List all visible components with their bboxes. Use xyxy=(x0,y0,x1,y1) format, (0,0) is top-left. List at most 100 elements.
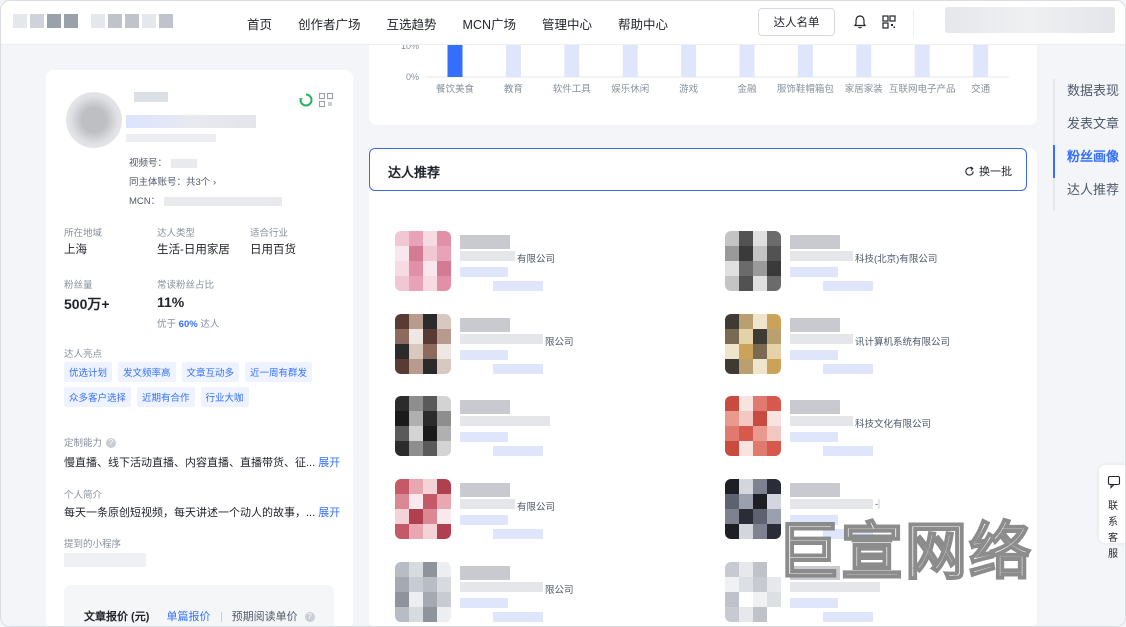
talent-tag xyxy=(790,432,838,442)
nav-menu: 首页 创作者广场 互选趋势 MCN广场 管理中心 帮助中心 xyxy=(247,1,694,45)
talent-name xyxy=(790,483,840,497)
recommend-title: 达人推荐 xyxy=(388,165,441,180)
price-title: 文章报价 (元) xyxy=(84,611,150,623)
talent-subtitle xyxy=(460,334,550,344)
recommend-item[interactable] xyxy=(395,396,695,470)
user-account[interactable] xyxy=(945,7,1115,33)
x-tick-label: 游戏 xyxy=(679,83,699,95)
bar-7[interactable] xyxy=(856,45,872,77)
industry-label: 适合行业 xyxy=(250,228,289,239)
x-tick-label: 服饰鞋帽箱包 xyxy=(777,83,835,95)
nav-item-mutual-trend[interactable]: 互选趋势 xyxy=(387,14,437,33)
anchor-item-fans[interactable]: 粉丝画像 xyxy=(1053,145,1125,178)
talent-tag xyxy=(493,281,543,291)
help-icon[interactable]: ? xyxy=(304,612,315,623)
better-value: 60% xyxy=(178,319,198,330)
same-subject-line: 同主体账号：共3个 › xyxy=(129,174,216,188)
talent-name xyxy=(790,235,840,249)
mcn-label: MCN： xyxy=(129,196,161,207)
talent-name xyxy=(460,318,510,332)
contact-service-button[interactable]: 联系客服 xyxy=(1099,465,1125,560)
better-prefix: 优于 xyxy=(157,319,177,330)
anchor-nav: 数据表现 发表文章 粉丝画像 达人推荐 xyxy=(1053,79,1125,211)
custom-value-row: 慢直播、线下活动直播、内容直播、直播带货、征... 展开 xyxy=(64,454,340,470)
nav-item-management[interactable]: 管理中心 xyxy=(542,14,592,33)
x-tick-label: 交通 xyxy=(971,83,991,95)
bell-icon[interactable] xyxy=(852,14,868,30)
avatar xyxy=(395,479,451,539)
talent-list-button[interactable]: 达人名单 xyxy=(758,8,835,36)
nav-item-creator-plaza[interactable]: 创作者广场 xyxy=(298,14,361,33)
talent-company: 限公司 xyxy=(543,334,574,348)
mcn-value xyxy=(164,196,283,206)
recommend-item[interactable]: 限公司 xyxy=(395,562,695,626)
intro-expand-link[interactable]: 展开 xyxy=(318,507,340,519)
talent-tag xyxy=(460,432,508,442)
nav-item-home[interactable]: 首页 xyxy=(247,14,272,33)
tab-single-price[interactable]: 单篇报价 xyxy=(166,611,210,623)
bar-6[interactable] xyxy=(797,45,813,77)
qrcode-icon[interactable] xyxy=(881,14,897,30)
highlight-tag: 近一周有群发 xyxy=(245,362,313,382)
x-tick-label: 互联网电子产品 xyxy=(889,83,956,95)
bar-9[interactable] xyxy=(973,45,989,77)
bar-8[interactable] xyxy=(914,45,930,77)
refresh-share-icon[interactable] xyxy=(298,92,314,108)
anchor-item-articles[interactable]: 发表文章 xyxy=(1053,112,1125,145)
avatar xyxy=(725,479,781,539)
better-than-note: 优于 60% 达人 xyxy=(157,316,219,330)
avatar xyxy=(395,562,451,622)
intro-value-row: 每天一条原创短视频，每天讲述一个动人的故事，... 展开 xyxy=(64,504,340,520)
intro-value: 每天一条原创短视频，每天讲述一个动人的故事，... xyxy=(64,507,316,519)
avatar xyxy=(395,231,451,291)
recommend-item[interactable]: 科技文化有限公司 xyxy=(725,396,1025,470)
same-subject-link[interactable]: 共3个 › xyxy=(186,177,216,188)
custom-expand-link[interactable]: 展开 xyxy=(318,457,340,469)
x-tick-label: 餐饮美食 xyxy=(436,83,475,95)
help-icon[interactable]: ? xyxy=(106,438,117,449)
fans-label: 粉丝量 xyxy=(64,280,93,291)
nav-item-help[interactable]: 帮助中心 xyxy=(618,14,668,33)
avatar xyxy=(66,92,122,148)
anchor-item-recommend[interactable]: 达人推荐 xyxy=(1053,178,1125,211)
refresh-button[interactable]: 换一批 xyxy=(964,163,1012,179)
recommend-item[interactable]: 科技(北京)有限公司 xyxy=(725,231,1025,305)
talent-tag xyxy=(493,364,543,374)
anchor-item-data[interactable]: 数据表现 xyxy=(1053,79,1125,112)
talent-tag xyxy=(823,364,873,374)
nav-item-mcn-plaza[interactable]: MCN广场 xyxy=(463,14,516,33)
bar-2[interactable] xyxy=(564,45,580,77)
highlight-tag: 众多客户选择 xyxy=(64,387,132,407)
recommend-item[interactable]: 有限公司 xyxy=(395,479,695,553)
bar-1[interactable] xyxy=(505,45,521,77)
x-tick-label: 娱乐休闲 xyxy=(611,83,649,95)
talent-tag xyxy=(460,515,508,525)
type-label: 达人类型 xyxy=(157,228,196,239)
bar-3[interactable] xyxy=(622,45,638,77)
talent-name xyxy=(790,400,840,414)
bar-4[interactable] xyxy=(681,45,697,77)
x-tick-label: 金融 xyxy=(737,83,757,95)
recommend-item[interactable]: 限公司 xyxy=(395,314,695,388)
qrcode-icon[interactable] xyxy=(318,92,334,108)
bar-0[interactable] xyxy=(447,45,463,77)
recommend-item[interactable]: 有限公司 xyxy=(395,231,695,305)
avatar xyxy=(725,396,781,456)
talent-tag xyxy=(823,281,873,291)
avatar xyxy=(725,562,781,622)
bar-5[interactable] xyxy=(739,45,755,77)
custom-label-row: 定制能力? xyxy=(64,435,117,449)
avatar xyxy=(725,314,781,374)
tab-read-price[interactable]: 预期阅读单价 xyxy=(232,611,298,623)
talent-subtitle xyxy=(460,582,550,592)
highlight-tags: 优选计划 发文频率高 文章互动多 近一周有群发 众多客户选择 近期有合作 行业大… xyxy=(64,362,344,407)
talent-tag xyxy=(790,350,838,360)
talent-tag xyxy=(493,446,543,456)
better-suffix: 达人 xyxy=(200,319,220,330)
app-window: 首页 创作者广场 互选趋势 MCN广场 管理中心 帮助中心 达人名单 视频号： … xyxy=(0,0,1126,627)
recommend-item[interactable]: 讯计算机系统有限公司 xyxy=(725,314,1025,388)
highlight-tag: 发文频率高 xyxy=(118,362,176,382)
talent-name xyxy=(460,483,510,497)
read-ratio-value: 11% xyxy=(157,294,185,310)
logo[interactable] xyxy=(13,14,173,28)
